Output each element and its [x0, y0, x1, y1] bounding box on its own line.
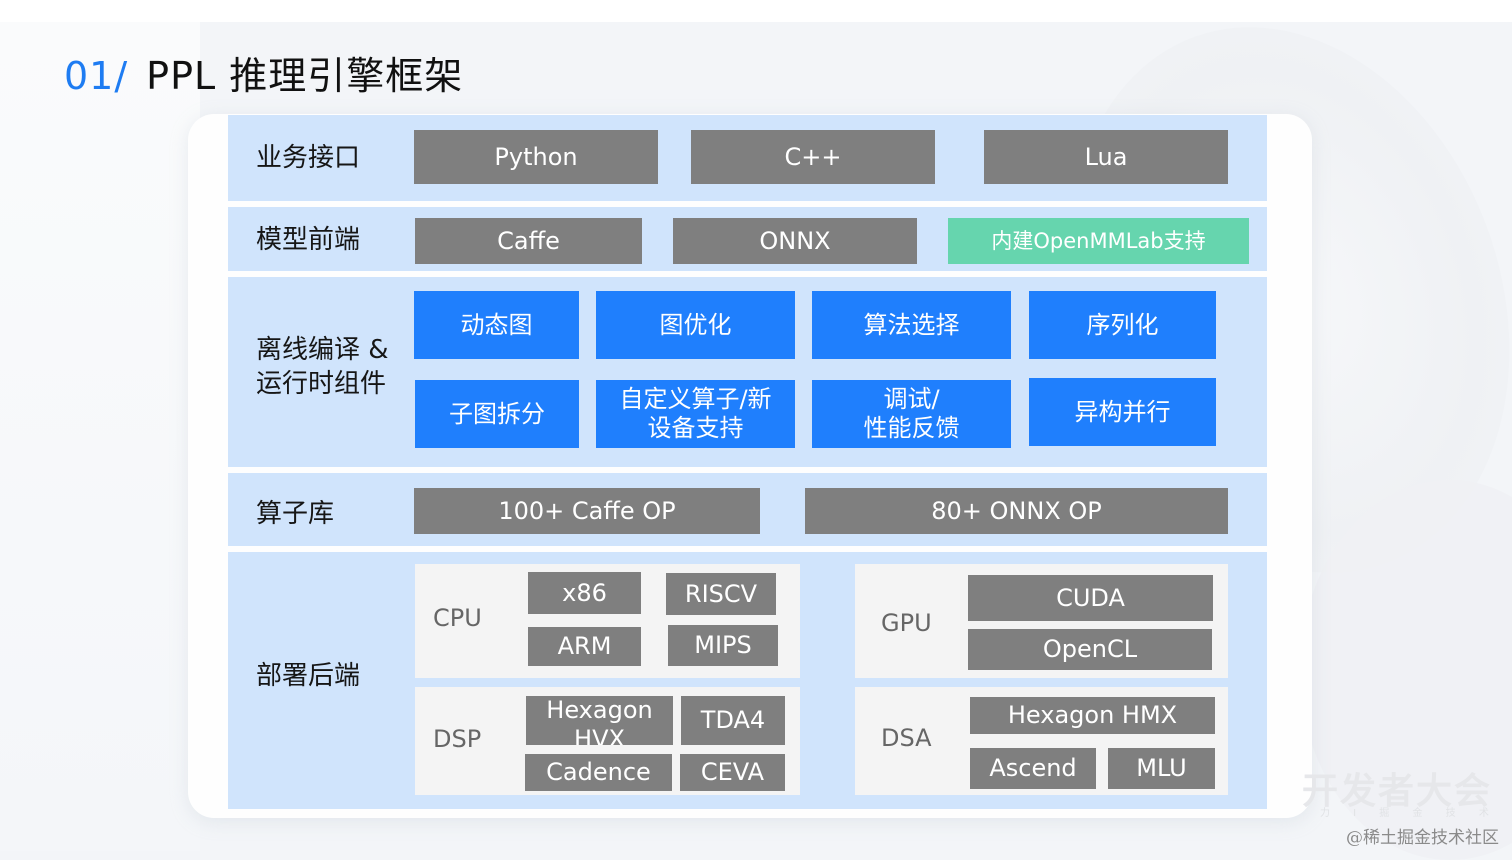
backend-dsp-panel: DSP Hexagon HVX TDA4 Cadence CEVA: [415, 687, 800, 795]
frontend-onnx: ONNX: [673, 218, 917, 264]
runtime-graph-optimization: 图优化: [596, 291, 795, 359]
dsp-tda4: TDA4: [681, 696, 785, 745]
dsa-mlu: MLU: [1108, 748, 1215, 789]
gpu-opencl: OpenCL: [968, 629, 1212, 670]
frontend-openmmlab: 内建OpenMMLab支持: [948, 218, 1249, 264]
event-watermark-subtitle: 力 I 掘 金 技 术 未 来: [1320, 808, 1512, 819]
dsa-hexagon-hmx: Hexagon HMX: [970, 697, 1215, 734]
runtime-heterogeneous-parallel: 异构并行: [1029, 378, 1216, 446]
backend-dsa-panel: DSA Hexagon HMX Ascend MLU: [855, 687, 1228, 795]
cpu-x86: x86: [528, 572, 641, 614]
dsp-ceva: CEVA: [680, 754, 785, 791]
runtime-debug-line1: 调试/: [883, 385, 940, 413]
backend-dsa-label: DSA: [881, 724, 932, 752]
title-text: PPL 推理引擎框架: [146, 54, 464, 98]
runtime-custom-op-line1: 自定义算子/新: [619, 385, 772, 413]
backend-cpu-panel: CPU x86 RISCV ARM MIPS: [415, 564, 800, 678]
layer-label: 业务接口: [256, 143, 361, 173]
layer-label-line1: 离线编译 &: [256, 335, 389, 365]
backend-gpu-panel: GPU CUDA OpenCL: [855, 564, 1228, 678]
api-cpp: C++: [691, 130, 935, 184]
gpu-cuda: CUDA: [968, 575, 1213, 621]
runtime-algorithm-selection: 算法选择: [812, 291, 1011, 359]
ops-onnx: 80+ ONNX OP: [805, 488, 1228, 534]
runtime-serialization: 序列化: [1029, 291, 1216, 359]
dsp-hexagon-line2: HVX: [574, 725, 625, 745]
api-python: Python: [414, 130, 658, 184]
runtime-subgraph-split: 子图拆分: [415, 380, 579, 448]
runtime-custom-op: 自定义算子/新 设备支持: [596, 380, 795, 448]
dsp-cadence: Cadence: [525, 754, 672, 791]
section-number: 01/: [64, 54, 129, 98]
api-lua: Lua: [984, 130, 1228, 184]
layer-label: 算子库: [256, 499, 335, 529]
layer-label-line2: 运行时组件: [256, 369, 387, 399]
layer-label: 离线编译 & 运行时组件: [256, 333, 389, 401]
cpu-arm: ARM: [528, 627, 641, 666]
slide-title: 01/PPL 推理引擎框架: [64, 52, 463, 100]
backend-gpu-label: GPU: [881, 609, 932, 637]
frontend-caffe: Caffe: [415, 218, 642, 264]
source-credit: @稀土掘金技术社区: [1346, 828, 1499, 848]
backend-cpu-label: CPU: [433, 604, 482, 632]
cpu-mips: MIPS: [668, 625, 778, 666]
background-left-gradient: [0, 22, 200, 851]
ops-caffe: 100+ Caffe OP: [414, 488, 760, 534]
dsp-hexagon-hvx: Hexagon HVX: [526, 696, 673, 745]
runtime-debug-line2: 性能反馈: [863, 414, 960, 442]
runtime-debug-feedback: 调试/ 性能反馈: [812, 380, 1011, 448]
dsp-hexagon-line1: Hexagon: [546, 696, 653, 724]
layer-runtime: 离线编译 & 运行时组件 动态图 图优化 算法选择 序列化 子图拆分 自定义算子…: [228, 277, 1267, 467]
background-top-strip: [0, 0, 1512, 22]
cpu-riscv: RISCV: [666, 573, 776, 615]
layer-backend: 部署后端 CPU x86 RISCV ARM MIPS GPU CUDA Ope…: [228, 552, 1267, 809]
runtime-custom-op-line2: 设备支持: [647, 414, 744, 442]
dsa-ascend: Ascend: [970, 748, 1096, 789]
layer-label: 部署后端: [256, 661, 361, 691]
backend-dsp-label: DSP: [433, 725, 482, 753]
runtime-dynamic-graph: 动态图: [414, 291, 579, 359]
layer-frontend: 模型前端 Caffe ONNX 内建OpenMMLab支持: [228, 207, 1267, 271]
layer-ops: 算子库 100+ Caffe OP 80+ ONNX OP: [228, 473, 1267, 546]
layer-label: 模型前端: [256, 225, 361, 255]
layer-api: 业务接口 Python C++ Lua: [228, 115, 1267, 201]
